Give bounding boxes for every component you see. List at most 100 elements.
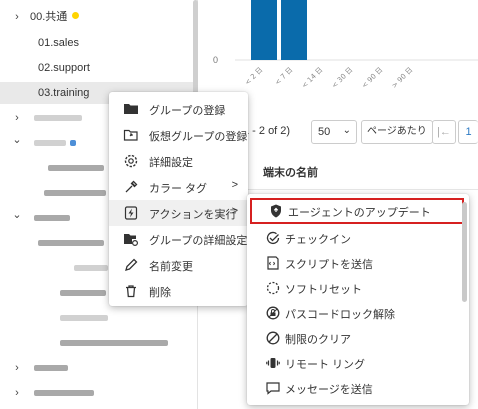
menu-item-color-tag[interactable]: カラー タグ > (109, 174, 248, 200)
x-tick-label: > 90 日 (390, 66, 414, 90)
chart-bar[interactable] (251, 0, 277, 60)
tree-item-sales[interactable]: 01.sales (0, 32, 194, 54)
menu-item-label: スクリプトを送信 (285, 259, 373, 271)
menu-item-register-group[interactable]: グループの登録 (109, 96, 248, 122)
chart-svg: 0 < 2 日 < 7 日 < 14 日 < 30 日 < 90 日 > 90 日 (213, 0, 478, 90)
chevron-right-icon[interactable]: › (10, 382, 24, 404)
last-checkin-chart: 0 < 2 日 < 7 日 < 14 日 < 30 日 < 90 日 > 90 日 (199, 0, 478, 100)
submenu-scrollbar[interactable] (462, 202, 467, 302)
obscured-text (34, 115, 82, 121)
menu-item-label: 制限のクリア (285, 334, 351, 346)
per-page-value: 50 (318, 126, 331, 138)
tree-item-label: 01.sales (38, 37, 79, 49)
obscured-text (34, 140, 66, 146)
chevron-down-icon: ⌄ (342, 125, 351, 136)
pencil-icon (123, 257, 139, 273)
obscured-text (34, 215, 70, 221)
chevron-down-icon[interactable]: ⌄ (10, 204, 24, 226)
virtual-folder-icon (123, 127, 139, 143)
menu-item-clear-restrictions[interactable]: 制限のクリア (247, 325, 469, 351)
x-tick-label: < 90 日 (360, 66, 384, 90)
menu-item-group-advanced-settings[interactable]: グループの詳細設定 (109, 226, 248, 252)
menu-item-advanced-settings[interactable]: 詳細設定 (109, 148, 248, 174)
obscured-text (60, 315, 108, 321)
menu-item-check-in[interactable]: チェックイン (247, 225, 469, 251)
action-submenu: エージェントのアップデート チェックイン スクリプトを送信 ソフトリセット パス… (247, 194, 469, 405)
menu-item-label: チェックイン (285, 234, 351, 246)
chevron-right-icon[interactable]: › (10, 357, 24, 379)
first-page-button[interactable]: |← (432, 120, 456, 144)
tree-item-label: 03.training (38, 87, 90, 99)
color-picker-icon (123, 179, 139, 195)
page-range-text: 1 - 2 of 2) (243, 125, 291, 137)
script-icon (265, 255, 281, 271)
tree-item-obscured[interactable]: › (0, 357, 194, 379)
menu-item-label: 名前変更 (149, 261, 193, 273)
obscured-text (34, 365, 68, 371)
menu-item-send-script[interactable]: スクリプトを送信 (247, 250, 469, 276)
menu-item-label: リモート リング (285, 359, 366, 371)
x-tick-label: < 14 日 (300, 66, 324, 90)
tree-item-label: 02.support (38, 62, 90, 74)
column-header-device-name[interactable]: 端末の名前 (263, 164, 318, 180)
per-page-select[interactable]: 50 ⌄ (311, 120, 357, 144)
tree-item-obscured[interactable] (0, 332, 194, 354)
obscured-text (44, 190, 106, 196)
menu-item-label: 削除 (149, 287, 171, 299)
group-context-menu: グループの登録 仮想グループの登録 詳細設定 カラー タグ > アクションを実行… (109, 92, 248, 306)
y-axis-zero-label: 0 (213, 55, 218, 65)
menu-item-update-agent[interactable]: エージェントのアップデート (250, 198, 464, 224)
tree-item-obscured[interactable]: › (0, 382, 194, 404)
status-dot-icon (72, 12, 80, 19)
chart-bar[interactable] (281, 0, 307, 60)
chevron-right-icon[interactable]: › (10, 107, 24, 129)
menu-item-remote-ring[interactable]: リモート リング (247, 350, 469, 376)
page-number-button[interactable]: 1 (458, 120, 478, 144)
per-page-label: ページあたり (361, 120, 433, 144)
menu-item-clear-passcode[interactable]: パスコードロック解除 (247, 300, 469, 326)
chevron-right-icon: > (231, 205, 238, 217)
folder-icon (123, 101, 139, 117)
x-tick-label: < 2 日 (243, 66, 264, 87)
menu-item-label: グループの登録 (149, 105, 226, 117)
menu-item-label: カラー タグ (149, 183, 208, 195)
menu-item-send-message[interactable]: メッセージを送信 (247, 375, 469, 401)
obscured-text (60, 290, 106, 296)
chevron-right-icon: > (231, 179, 238, 191)
obscured-text (74, 265, 108, 271)
ring-icon (265, 355, 281, 371)
tree-item-common[interactable]: › 00.共通 (0, 6, 194, 28)
check-circle-icon (265, 230, 281, 246)
menu-item-label: エージェントのアップデート (288, 207, 431, 219)
x-tick-label: < 7 日 (273, 66, 294, 87)
obscured-text (60, 340, 168, 346)
menu-item-soft-reset[interactable]: ソフトリセット (247, 275, 469, 301)
menu-item-run-action[interactable]: アクションを実行 > (109, 200, 248, 226)
menu-item-label: グループの詳細設定 (149, 235, 248, 247)
obscured-text (48, 165, 104, 171)
menu-item-delete[interactable]: 削除 (109, 278, 248, 304)
ban-icon (265, 330, 281, 346)
menu-item-rename[interactable]: 名前変更 (109, 252, 248, 278)
tree-item-obscured[interactable] (0, 307, 194, 329)
shield-icon (268, 203, 284, 219)
gear-icon (123, 153, 139, 169)
menu-item-register-virtual-group[interactable]: 仮想グループの登録 (109, 122, 248, 148)
menu-item-label: ソフトリセット (285, 284, 362, 296)
tree-item-support[interactable]: 02.support (0, 57, 194, 79)
chevron-right-icon[interactable]: › (10, 6, 24, 28)
obscured-text (34, 390, 94, 396)
tree-scrollbar[interactable] (193, 0, 198, 100)
tree-item-label: 00.共通 (30, 6, 80, 28)
menu-item-label: 詳細設定 (149, 157, 193, 169)
message-icon (265, 380, 281, 396)
chevron-down-icon[interactable]: ⌄ (10, 129, 24, 151)
folder-settings-icon (123, 231, 139, 247)
menu-item-label: パスコードロック解除 (285, 309, 395, 321)
menu-item-label: メッセージを送信 (285, 384, 373, 396)
obscured-text (38, 240, 104, 246)
unlock-icon (265, 305, 281, 321)
menu-item-label: アクションを実行 (149, 209, 237, 221)
soft-reset-icon (265, 280, 281, 296)
menu-item-label: 仮想グループの登録 (149, 131, 248, 143)
